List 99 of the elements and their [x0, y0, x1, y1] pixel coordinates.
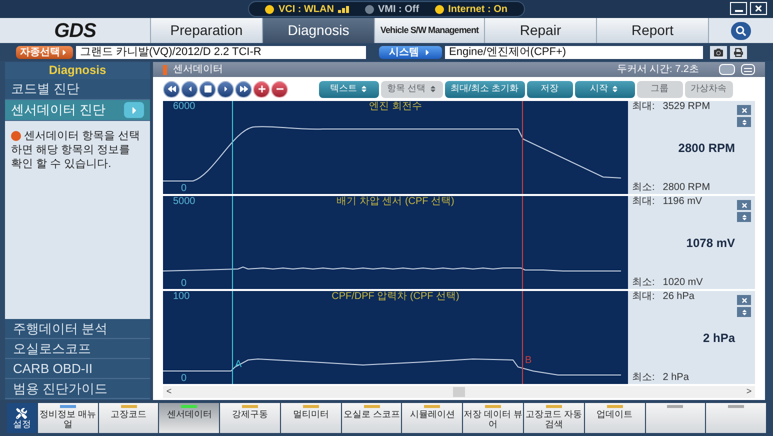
max-label: 최대: — [632, 196, 655, 208]
taskbar-button[interactable]: 강제구동 — [220, 403, 280, 433]
stop-icon — [204, 85, 212, 93]
expand-button[interactable] — [737, 307, 751, 317]
fast-forward-button[interactable] — [235, 80, 252, 98]
status-label: VCI : WLAN — [278, 2, 334, 16]
scroll-right-button[interactable]: > — [743, 385, 755, 399]
vehicle-field[interactable]: 그랜드 카니발(VQ)/2012/D 2.2 TCI-R — [76, 46, 366, 59]
graph-title: 배기 차압 센서 (CPF 선택) — [336, 196, 454, 207]
tab[interactable]: Repair — [484, 18, 596, 43]
marker-icon — [163, 64, 167, 74]
current-value: 2800 RPM — [678, 140, 735, 156]
close-icon — [754, 4, 763, 13]
max-value: 1196 mV — [662, 196, 702, 208]
add-button[interactable] — [253, 80, 270, 98]
chart-icon — [719, 64, 735, 75]
stop-button[interactable] — [199, 80, 216, 98]
close-icon — [740, 106, 748, 114]
toolbar-button[interactable]: 저장 — [526, 80, 573, 98]
sidebar-item[interactable]: CARB OBD-II — [5, 359, 150, 379]
settings-button[interactable]: 설정 — [7, 403, 37, 433]
list-icon — [741, 64, 755, 75]
axis-max: 6000 — [173, 101, 196, 112]
max-value: 26 hPa — [662, 291, 694, 303]
rewind-icon — [168, 85, 176, 93]
graph-title: CPF/DPF 압력차 (CPF 선택) — [332, 291, 460, 302]
axis-max: 100 — [173, 291, 190, 302]
close-icon — [740, 296, 748, 304]
play-icon — [222, 85, 230, 93]
expand-button[interactable] — [737, 117, 751, 127]
system-button[interactable]: 시스템 — [379, 46, 442, 59]
alert-icon — [11, 131, 21, 142]
cursor-time: 두커서 시간: 7.2초 — [616, 63, 699, 77]
min-value: 2 hPa — [662, 372, 689, 384]
taskbar-button[interactable]: 업데이트 — [584, 403, 645, 433]
sidebar-item[interactable]: 범용 진단가이드 — [5, 379, 150, 399]
axis-min: 0 — [181, 278, 187, 289]
min-label: 최소: — [632, 277, 655, 289]
taskbar-button[interactable]: 정비정보 매뉴얼 — [38, 403, 98, 433]
sidebar-item[interactable]: 오실로스코프 — [5, 339, 150, 359]
max-label: 최대: — [632, 101, 655, 113]
tools-icon — [16, 408, 28, 418]
taskbar-button[interactable]: 고장코드 자동검색 — [524, 403, 584, 433]
camera-button[interactable] — [710, 46, 727, 59]
fast-forward-icon — [240, 85, 248, 93]
printer-icon — [734, 48, 743, 57]
toolbar-button[interactable]: 텍스트 — [319, 80, 379, 98]
scroll-left-button[interactable]: < — [163, 385, 175, 399]
info-text: 센서데이터 항목을 선택하면 해당 항목의 정보를 확인 할 수 있습니다. — [11, 129, 142, 171]
max-label: 최대: — [632, 291, 655, 303]
taskbar-button[interactable]: 오실로 스코프 — [342, 403, 402, 433]
search-button[interactable] — [731, 22, 751, 40]
system-field[interactable]: Engine/엔진제어(CPF+) — [445, 46, 703, 59]
taskbar-button[interactable]: 멀티미터 — [280, 403, 341, 433]
status-label: Internet : On — [448, 2, 508, 16]
taskbar-button[interactable]: 센서데이터 — [159, 403, 220, 433]
close-icon — [740, 202, 748, 208]
min-value: 1020 mV — [662, 277, 703, 289]
axis-max: 5000 — [173, 196, 196, 207]
max-value: 3529 RPM — [662, 101, 710, 113]
minimize-button[interactable] — [730, 2, 747, 15]
expand-button[interactable] — [737, 212, 751, 222]
status-label: VMI : Off — [378, 2, 420, 16]
axis-min: 0 — [181, 373, 187, 384]
tab[interactable]: Diagnosis — [262, 18, 374, 43]
panel-title: 센서데이터 — [173, 63, 223, 77]
play-button[interactable] — [217, 80, 234, 98]
up-down-icon — [740, 118, 748, 126]
toolbar-button[interactable]: 최대/최소 초기화 — [444, 80, 525, 98]
cursor-label: B — [525, 355, 532, 366]
sidebar-item[interactable]: 센서데이터 진단 — [5, 100, 150, 121]
logo: GDS — [54, 18, 96, 44]
min-value: 2800 RPM — [662, 182, 710, 194]
graph-title: 엔진 회전수 — [369, 101, 422, 112]
remove-button[interactable] — [271, 80, 288, 98]
camera-icon — [714, 48, 723, 57]
tab[interactable]: Vehicle S/W Management — [374, 18, 484, 43]
current-value: 1078 mV — [686, 234, 735, 252]
back-button[interactable] — [181, 80, 198, 98]
current-value: 2 hPa — [702, 330, 735, 346]
up-down-icon — [740, 214, 748, 220]
taskbar-button[interactable]: 고장코드 — [98, 403, 158, 433]
taskbar-button[interactable]: 시뮬레이션 — [402, 403, 462, 433]
rewind-button[interactable] — [163, 80, 180, 98]
sidebar-header: Diagnosis — [5, 62, 150, 79]
min-label: 최소: — [632, 372, 655, 384]
scroll-thumb[interactable] — [453, 387, 465, 397]
tab[interactable]: Preparation — [150, 18, 262, 43]
taskbar-button[interactable]: 저장 데이터 뷰어 — [463, 403, 523, 433]
search-icon — [736, 26, 746, 36]
toolbar-button[interactable]: 시작 — [574, 80, 635, 98]
tab[interactable]: Report — [596, 18, 708, 43]
axis-min: 0 — [181, 183, 187, 194]
min-label: 최소: — [632, 182, 655, 194]
add-icon — [258, 85, 266, 93]
up-down-icon — [740, 308, 748, 316]
close-button[interactable] — [750, 2, 767, 15]
sidebar-item[interactable]: 주행데이터 분석 — [5, 319, 150, 339]
print-button[interactable] — [730, 46, 747, 59]
